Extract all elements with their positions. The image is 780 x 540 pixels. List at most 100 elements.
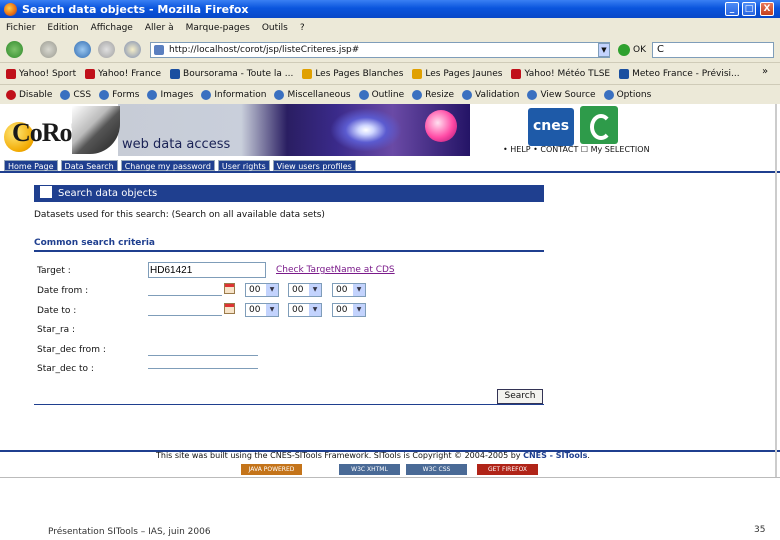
- chevron-down-icon: ▼: [266, 304, 278, 316]
- check-target-link[interactable]: Check TargetName at CDS: [276, 265, 395, 275]
- date-from-hour-select[interactable]: 00 ▼: [245, 283, 279, 297]
- webdev-item[interactable]: CSS: [60, 89, 91, 100]
- search-button[interactable]: Search: [497, 389, 543, 404]
- webdev-icon: [6, 89, 16, 100]
- target-label: Target :: [37, 266, 71, 276]
- select-value: 00: [336, 305, 348, 315]
- target-input[interactable]: [148, 262, 266, 278]
- date-to-input[interactable]: [148, 303, 222, 316]
- calendar-icon[interactable]: [224, 303, 235, 314]
- webdev-item[interactable]: Information: [201, 89, 266, 100]
- menu-view[interactable]: Affichage: [91, 23, 133, 33]
- webdev-item[interactable]: Outline: [358, 89, 405, 100]
- webdev-icon: [358, 89, 369, 100]
- reload-icon[interactable]: [74, 41, 91, 58]
- window-scroll-edge: [775, 104, 777, 477]
- bookmark-item[interactable]: Yahoo! Sport: [6, 68, 76, 79]
- webdev-item[interactable]: Images: [147, 89, 194, 100]
- bookmark-item[interactable]: Les Pages Blanches: [302, 68, 403, 79]
- webdev-item[interactable]: Options: [603, 89, 652, 100]
- star-dec-from-input[interactable]: [148, 343, 258, 356]
- webdev-icon: [60, 89, 71, 100]
- webdev-item[interactable]: Forms: [99, 89, 140, 100]
- menu-tools[interactable]: Outils: [262, 23, 288, 33]
- nav-data-search[interactable]: Data Search: [60, 159, 118, 171]
- date-from-input[interactable]: [148, 283, 222, 296]
- nav-view-users-profiles[interactable]: View users profiles: [272, 159, 356, 171]
- calendar-icon[interactable]: [224, 283, 235, 294]
- go-button[interactable]: OK: [618, 42, 646, 58]
- bookmark-label: Les Pages Jaunes: [425, 68, 503, 79]
- cnes-logo: cnes: [528, 108, 574, 146]
- footer-text: This site was built using the CNES-SIToo…: [156, 451, 590, 460]
- webdev-item[interactable]: Miscellaneous: [274, 89, 351, 100]
- minimize-button[interactable]: _: [725, 2, 739, 16]
- back-icon[interactable]: [6, 41, 23, 58]
- nav-user-rights[interactable]: User rights: [217, 159, 270, 171]
- webdev-icon: [99, 89, 110, 100]
- webdev-icon: [603, 89, 614, 100]
- w3c-css-badge[interactable]: W3C CSS: [406, 464, 467, 475]
- bookmark-item[interactable]: Boursorama - Toute la ...: [170, 68, 293, 79]
- webdev-item[interactable]: Validation: [462, 89, 519, 100]
- star-dec-to-label: Star_dec to :: [37, 364, 94, 374]
- chevron-down-icon: ▼: [309, 304, 321, 316]
- date-from-minute-select[interactable]: 00 ▼: [288, 283, 322, 297]
- webdev-item[interactable]: View Source: [527, 89, 596, 100]
- header-links[interactable]: • HELP • CONTACT ☐ My SELECTION: [503, 145, 650, 154]
- java-powered-badge[interactable]: JAVA POWERED: [241, 464, 302, 475]
- window-titlebar: Search data objects - Mozilla Firefox _ …: [0, 0, 780, 18]
- webdev-label: View Source: [540, 89, 596, 100]
- close-button[interactable]: X: [760, 2, 774, 16]
- home-icon[interactable]: [124, 41, 141, 58]
- bookmark-icon: [302, 68, 313, 79]
- bookmark-icon: [85, 68, 96, 79]
- bookmarks-chevron-icon[interactable]: »: [762, 66, 768, 77]
- star-dec-to-input[interactable]: [148, 356, 258, 369]
- chevron-down-icon: ▼: [309, 284, 321, 296]
- menu-go[interactable]: Aller à: [145, 23, 174, 33]
- menu-bookmarks[interactable]: Marque-pages: [186, 23, 250, 33]
- webdev-item[interactable]: Disable: [6, 89, 52, 100]
- bookmark-item[interactable]: Meteo France - Prévisi...: [619, 68, 740, 79]
- date-from-second-select[interactable]: 00 ▼: [332, 283, 366, 297]
- page-curl-graphic: [72, 106, 120, 154]
- site-navigation: Home Page Data Search Change my password…: [0, 159, 780, 173]
- webdev-item[interactable]: Resize: [412, 89, 454, 100]
- url-dropdown-button[interactable]: ▼: [598, 43, 610, 57]
- get-firefox-badge[interactable]: GET FIREFOX: [477, 464, 538, 475]
- select-value: 00: [249, 305, 261, 315]
- search-input[interactable]: C: [652, 42, 774, 58]
- webdev-label: Options: [616, 89, 652, 100]
- bookmark-item[interactable]: Les Pages Jaunes: [412, 68, 503, 79]
- webdev-label: Outline: [371, 89, 405, 100]
- menu-edit[interactable]: Edition: [47, 23, 78, 33]
- chevron-down-icon: ▼: [353, 304, 365, 316]
- menu-help[interactable]: ?: [300, 23, 305, 33]
- url-input[interactable]: http://localhost/corot/jsp/listeCriteres…: [150, 42, 610, 58]
- menu-file[interactable]: Fichier: [6, 23, 35, 33]
- nav-home-page[interactable]: Home Page: [4, 159, 58, 171]
- site-header: CoRoT web data access cnes • HELP • CONT…: [0, 104, 780, 159]
- star-image: [425, 110, 457, 142]
- chevron-down-icon: ▼: [353, 284, 365, 296]
- webdev-label: Forms: [112, 89, 140, 100]
- date-to-minute-select[interactable]: 00 ▼: [288, 303, 322, 317]
- banner-title: web data access: [122, 137, 231, 152]
- date-to-second-select[interactable]: 00 ▼: [332, 303, 366, 317]
- webdev-label: Images: [160, 89, 194, 100]
- forward-icon[interactable]: [40, 41, 57, 58]
- go-icon: [618, 43, 630, 56]
- nav-change-password[interactable]: Change my password: [120, 159, 215, 171]
- bookmark-label: Yahoo! Météo TLSE: [524, 68, 611, 79]
- bookmark-item[interactable]: Yahoo! France: [85, 68, 161, 79]
- footer-link[interactable]: CNES - SITools: [523, 451, 587, 460]
- maximize-button[interactable]: □: [742, 2, 756, 16]
- form-divider: [34, 404, 544, 405]
- w3c-xhtml-badge[interactable]: W3C XHTML: [339, 464, 400, 475]
- form-title: Search data objects: [34, 185, 544, 202]
- bookmark-item[interactable]: Yahoo! Météo TLSE: [511, 68, 611, 79]
- stop-icon[interactable]: [98, 41, 115, 58]
- webdev-icon: [274, 89, 285, 100]
- date-to-hour-select[interactable]: 00 ▼: [245, 303, 279, 317]
